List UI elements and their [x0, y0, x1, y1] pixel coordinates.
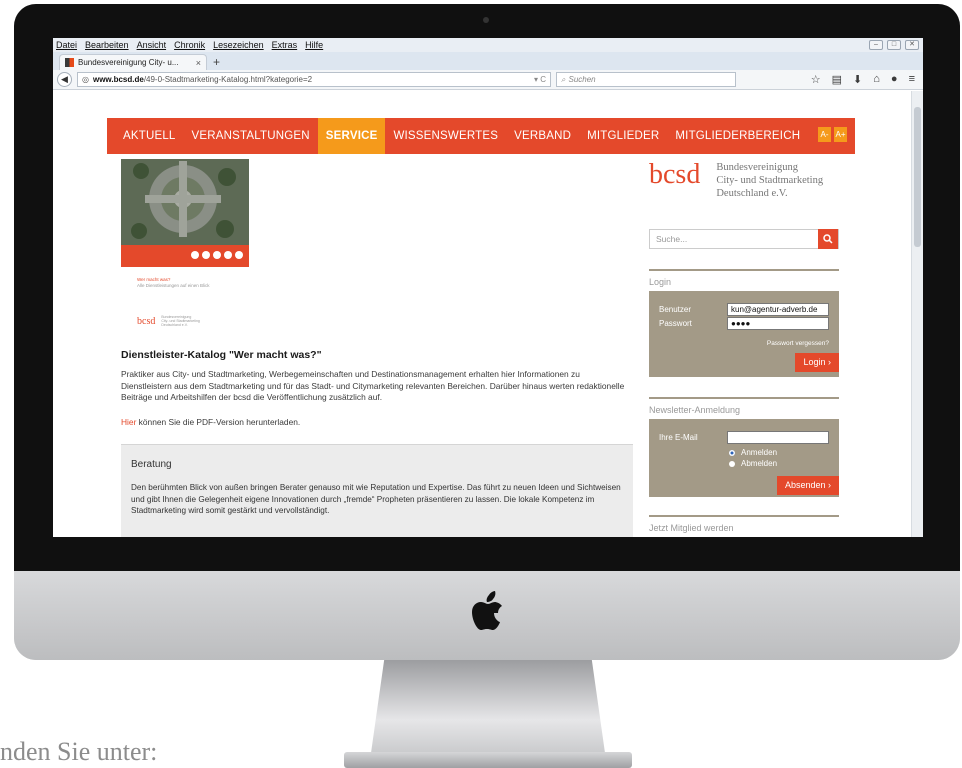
membership-heading[interactable]: Jetzt Mitglied werden	[649, 523, 734, 533]
intro-paragraph: Praktiker aus City- und Stadtmarketing, …	[121, 369, 625, 402]
username-label: Benutzer	[659, 305, 692, 314]
password-label: Passwort	[659, 319, 692, 328]
membership-divider	[649, 515, 839, 517]
vertical-scrollbar[interactable]	[911, 91, 923, 537]
caption-text: nden Sie unter:	[0, 737, 158, 766]
browser-tab[interactable]: Bundesvereinigung City- u... ×	[59, 54, 207, 70]
login-panel: Benutzer kun@agentur-adverb.de Passwort …	[649, 291, 839, 377]
new-tab-button[interactable]: +	[213, 54, 220, 70]
magnifier-icon	[823, 234, 833, 244]
back-button[interactable]: ◀	[57, 72, 72, 87]
browser-search-placeholder: Suchen	[568, 75, 596, 84]
imac-stand	[370, 660, 606, 760]
nav-mitgliederbereich[interactable]: MITGLIEDERBEREICH	[667, 118, 808, 154]
email-label: Ihre E-Mail	[659, 433, 698, 442]
mini-logo-subtext: Bundesvereinigung City- und Stadtmarketi…	[161, 315, 200, 327]
mini-bcsd-logo: bcsd Bundesvereinigung City- und Stadtma…	[137, 315, 200, 327]
reload-icon[interactable]: ▾ C	[534, 75, 546, 84]
tab-title: Bundesvereinigung City- u...	[78, 58, 179, 67]
pdf-download-text: können Sie die PDF-Version herunterladen…	[136, 417, 301, 427]
nav-wissenswertes[interactable]: WISSENSWERTES	[385, 118, 506, 154]
thumb-caption: Wer macht was? Alle Dienstleistungen auf…	[137, 277, 210, 289]
navigation-bar: ◀ ◎ www.bcsd.de/49-0-Stadtmarketing-Kata…	[53, 70, 923, 90]
newsletter-panel: Ihre E-Mail Anmelden Abmelden Absenden ›	[649, 419, 839, 497]
imac-stand-base	[344, 752, 632, 768]
menu-chronik[interactable]: Chronik	[174, 40, 205, 50]
url-domain: www.bcsd.de	[92, 75, 144, 84]
bookmark-star-icon[interactable]: ☆	[811, 73, 821, 86]
scrollbar-thumb[interactable]	[914, 107, 921, 247]
forgot-password-link[interactable]: Passwort vergessen?	[767, 340, 829, 347]
home-icon[interactable]: ⌂	[873, 73, 880, 86]
username-field[interactable]: kun@agentur-adverb.de	[727, 303, 829, 316]
menu-bar: Datei Bearbeiten Ansicht Chronik Lesezei…	[53, 38, 923, 52]
plaza-aerial-image	[121, 159, 249, 245]
menu-ansicht[interactable]: Ansicht	[137, 40, 167, 50]
globe-icon: ◎	[82, 75, 89, 84]
login-divider	[649, 269, 839, 271]
unsubscribe-radio[interactable]: Abmelden	[729, 459, 777, 468]
font-smaller-button[interactable]: A-	[818, 127, 831, 142]
menu-bearbeiten[interactable]: Bearbeiten	[85, 40, 129, 50]
thumb-subheading: Alle Dienstleistungen auf einen Blick	[137, 283, 210, 288]
url-path: /49-0-Stadtmarketing-Katalog.html?katego…	[143, 75, 313, 84]
logo-tagline: Bundesvereinigung City- und Stadtmarketi…	[716, 162, 824, 199]
menu-datei[interactable]: Datei	[56, 40, 77, 50]
browser-window: Datei Bearbeiten Ansicht Chronik Lesezei…	[53, 38, 923, 537]
menu-hamburger-icon[interactable]: ≡	[909, 73, 915, 86]
login-heading: Login	[649, 277, 672, 287]
site-search[interactable]: Suche...	[649, 229, 839, 249]
site-search-input[interactable]: Suche...	[650, 234, 818, 244]
camera-dot	[483, 17, 489, 23]
menu-extras[interactable]: Extras	[272, 40, 298, 50]
section-heading: Beratung	[131, 459, 172, 470]
download-icon[interactable]: ⬇	[853, 73, 862, 86]
nav-aktuell[interactable]: AKTUELL	[115, 118, 184, 154]
pdf-download-line: Hier können Sie die PDF-Version herunter…	[121, 417, 300, 427]
toolbar-icons: ☆ ▤ ⬇ ⌂ ● ≡	[811, 73, 919, 86]
logo-wordmark: bcsd	[649, 159, 701, 190]
subscribe-radio[interactable]: Anmelden	[729, 448, 777, 457]
nav-mitglieder[interactable]: MITGLIEDER	[579, 118, 667, 154]
menu-lesezeichen[interactable]: Lesezeichen	[213, 40, 264, 50]
chat-icon[interactable]: ●	[891, 73, 898, 86]
web-page: AKTUELL VERANSTALTUNGEN SERVICE WISSENSW…	[53, 91, 911, 537]
section-paragraph: Den berühmten Blick von außen bringen Be…	[131, 483, 621, 515]
submit-newsletter-button[interactable]: Absenden ›	[776, 476, 839, 495]
minimize-icon[interactable]: –	[869, 40, 883, 50]
pdf-download-link[interactable]: Hier	[121, 417, 136, 427]
email-field[interactable]	[727, 431, 829, 444]
stage: nden Sie unter: Datei Bearbeiten Ansicht…	[0, 0, 962, 768]
favicon-icon	[65, 58, 74, 67]
url-bar[interactable]: ◎ www.bcsd.de/49-0-Stadtmarketing-Katalo…	[77, 72, 551, 87]
cover-icons	[191, 251, 243, 259]
menu-hilfe[interactable]: Hilfe	[305, 40, 323, 50]
nav-service[interactable]: SERVICE	[317, 118, 386, 154]
maximize-icon[interactable]: □	[887, 40, 901, 50]
bookmarks-list-icon[interactable]: ▤	[832, 73, 842, 86]
bcsd-logo[interactable]: bcsd Bundesvereinigung City- und Stadtma…	[649, 161, 823, 200]
cover-strip	[121, 245, 249, 267]
font-size-controls: A- A+	[818, 127, 847, 142]
page-title: Dienstleister-Katalog "Wer macht was?"	[121, 349, 322, 361]
newsletter-heading: Newsletter-Anmeldung	[649, 405, 741, 415]
main-navigation: AKTUELL VERANSTALTUNGEN SERVICE WISSENSW…	[107, 118, 855, 154]
beratung-section: Beratung Den berühmten Blick von außen b…	[121, 444, 633, 537]
search-icon: ⌕	[561, 74, 566, 84]
nav-verband[interactable]: VERBAND	[506, 118, 579, 154]
mini-logo-text: bcsd	[137, 315, 156, 327]
window-controls: – □ ✕	[869, 40, 919, 50]
close-window-icon[interactable]: ✕	[905, 40, 919, 50]
newsletter-divider	[649, 397, 839, 399]
apple-logo-icon	[468, 588, 508, 636]
password-field[interactable]: ●●●●	[727, 317, 829, 330]
tab-close-icon[interactable]: ×	[196, 58, 201, 68]
login-button[interactable]: Login ›	[795, 353, 839, 372]
catalog-cover-image[interactable]	[121, 159, 249, 267]
browser-search-bar[interactable]: ⌕ Suchen	[556, 72, 736, 87]
font-larger-button[interactable]: A+	[834, 127, 847, 142]
nav-veranstaltungen[interactable]: VERANSTALTUNGEN	[184, 118, 318, 154]
site-search-button[interactable]	[818, 229, 838, 249]
tab-bar: Bundesvereinigung City- u... × +	[53, 52, 923, 70]
